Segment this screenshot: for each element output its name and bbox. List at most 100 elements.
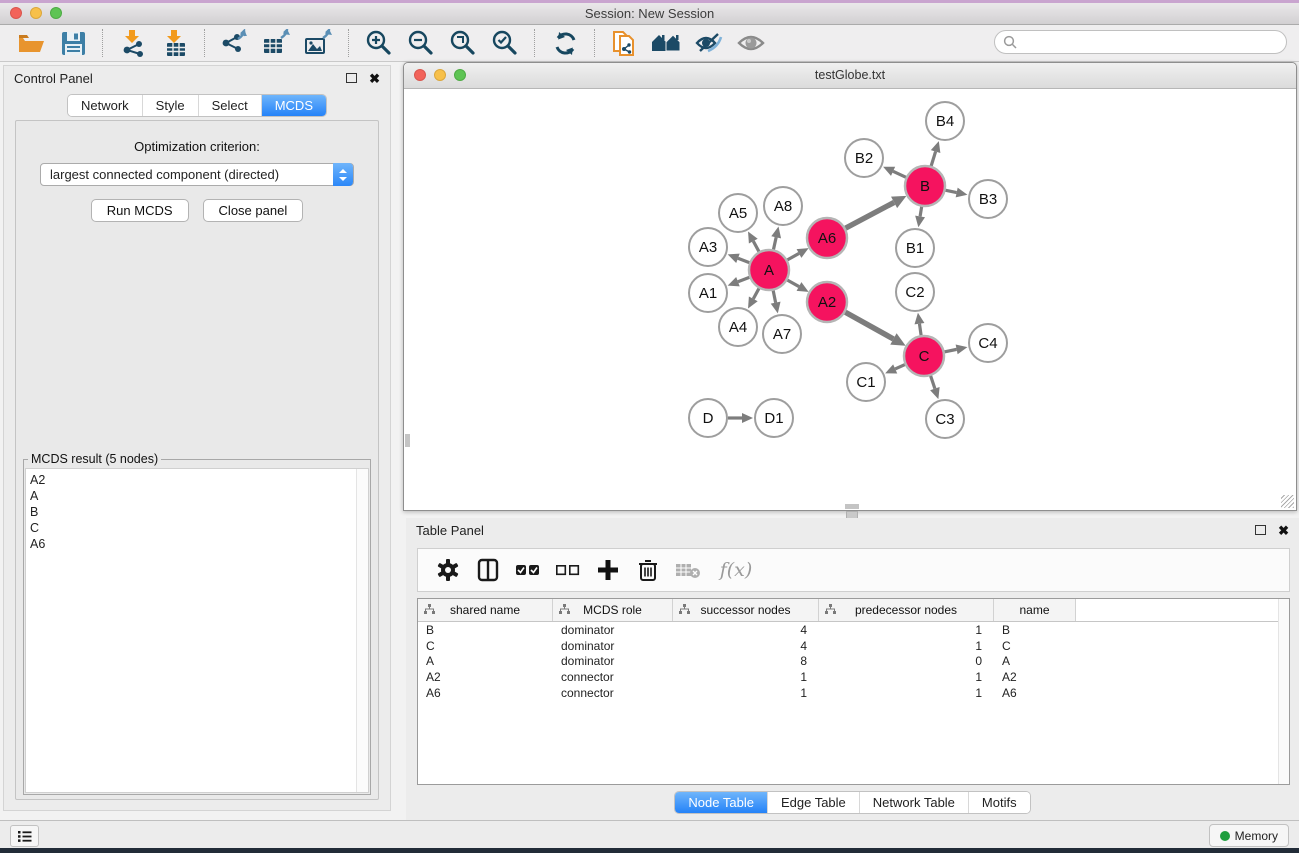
graph-edge[interactable] (919, 324, 921, 337)
table-scrollbar[interactable] (1278, 599, 1289, 784)
network-window-titlebar[interactable]: testGlobe.txt (404, 63, 1296, 89)
cell-successor-nodes[interactable]: 1 (673, 686, 819, 700)
cell-mcds-role[interactable]: dominator (553, 639, 673, 653)
tab-style[interactable]: Style (142, 95, 198, 116)
delete-table-button[interactable] (670, 553, 706, 587)
zoom-in-button[interactable] (359, 27, 399, 59)
close-table-panel-icon[interactable]: ✖ (1278, 524, 1289, 537)
column-selector-button[interactable] (470, 553, 506, 587)
cell-successor-nodes[interactable]: 4 (673, 623, 819, 637)
optimization-criterion-select[interactable]: largest connected component (directed) (40, 163, 354, 186)
import-network-button[interactable] (113, 27, 153, 59)
close-panel-icon[interactable]: ✖ (369, 72, 380, 85)
graph-edge[interactable] (738, 277, 750, 282)
cell-successor-nodes[interactable]: 1 (673, 670, 819, 684)
graph-edge[interactable] (753, 288, 759, 299)
cell-mcds-role[interactable]: dominator (553, 623, 673, 637)
column-header-shared-name[interactable]: shared name (418, 599, 553, 621)
hide-graphics-details-button[interactable] (689, 27, 729, 59)
float-panel-icon[interactable] (346, 73, 357, 83)
zoom-fit-button[interactable] (443, 27, 483, 59)
task-history-button[interactable] (10, 825, 39, 847)
run-mcds-button[interactable]: Run MCDS (91, 199, 189, 222)
graph-edge[interactable] (753, 241, 759, 252)
column-header-successor-nodes[interactable]: successor nodes (673, 599, 819, 621)
graph-edge[interactable] (787, 253, 799, 260)
memory-button[interactable]: Memory (1209, 824, 1289, 847)
table-settings-button[interactable] (430, 553, 466, 587)
tab-node-table[interactable]: Node Table (675, 792, 767, 813)
deselect-all-button[interactable] (550, 553, 586, 587)
cell-shared-name[interactable]: A (418, 654, 553, 668)
list-item[interactable]: A (30, 488, 368, 504)
graph-edge[interactable] (945, 190, 957, 192)
cell-predecessor-nodes[interactable]: 0 (819, 654, 994, 668)
zoom-out-button[interactable] (401, 27, 441, 59)
tab-network[interactable]: Network (68, 95, 142, 116)
list-item[interactable]: C (30, 520, 368, 536)
import-table-button[interactable] (155, 27, 195, 59)
table-row[interactable]: A6 connector 1 1 A6 (418, 685, 1289, 701)
table-row[interactable]: A dominator 8 0 A (418, 653, 1289, 669)
graph-edge[interactable] (844, 312, 893, 339)
column-header-predecessor-nodes[interactable]: predecessor nodes (819, 599, 994, 621)
home-button[interactable] (647, 27, 687, 59)
select-all-button[interactable] (510, 553, 546, 587)
open-session-button[interactable] (11, 27, 51, 59)
show-graphics-details-button[interactable] (731, 27, 771, 59)
duplicate-network-button[interactable] (605, 27, 645, 59)
tab-mcds[interactable]: MCDS (261, 95, 326, 116)
cell-shared-name[interactable]: A6 (418, 686, 553, 700)
close-panel-button[interactable]: Close panel (203, 199, 304, 222)
graph-edge[interactable] (845, 202, 894, 228)
zoom-selected-button[interactable] (485, 27, 525, 59)
export-image-button[interactable] (299, 27, 339, 59)
cell-successor-nodes[interactable]: 8 (673, 654, 819, 668)
cell-successor-nodes[interactable]: 4 (673, 639, 819, 653)
graph-edge[interactable] (920, 206, 922, 217)
graph-edge[interactable] (787, 280, 799, 287)
cell-mcds-role[interactable]: dominator (553, 654, 673, 668)
cell-shared-name[interactable]: C (418, 639, 553, 653)
cell-predecessor-nodes[interactable]: 1 (819, 686, 994, 700)
horizontal-scroll-indicator[interactable] (845, 504, 859, 509)
tab-network-table[interactable]: Network Table (859, 792, 968, 813)
cell-predecessor-nodes[interactable]: 1 (819, 639, 994, 653)
cell-name[interactable]: C (994, 639, 1076, 653)
list-item[interactable]: B (30, 504, 368, 520)
list-item[interactable]: A2 (30, 472, 368, 488)
cell-name[interactable]: A (994, 654, 1076, 668)
export-network-button[interactable] (215, 27, 255, 59)
mcds-result-list[interactable]: A2 A B C A6 (25, 468, 369, 793)
cell-predecessor-nodes[interactable]: 1 (819, 623, 994, 637)
graph-edge[interactable] (738, 258, 750, 263)
column-header-name[interactable]: name (994, 599, 1076, 621)
column-header-mcds-role[interactable]: MCDS role (553, 599, 673, 621)
cell-name[interactable]: A2 (994, 670, 1076, 684)
cell-shared-name[interactable]: B (418, 623, 553, 637)
save-session-button[interactable] (53, 27, 93, 59)
graph-edge[interactable] (944, 349, 957, 352)
vertical-scroll-indicator[interactable] (405, 434, 410, 447)
search-box[interactable] (994, 30, 1287, 54)
graph-edge[interactable] (893, 171, 907, 177)
cell-predecessor-nodes[interactable]: 1 (819, 670, 994, 684)
graph-edge[interactable] (931, 152, 936, 167)
tab-motifs[interactable]: Motifs (968, 792, 1030, 813)
tab-edge-table[interactable]: Edge Table (767, 792, 859, 813)
graph-edge[interactable] (773, 237, 776, 250)
tab-select[interactable]: Select (198, 95, 261, 116)
graph-edge[interactable] (895, 364, 906, 369)
table-row[interactable]: C dominator 4 1 C (418, 638, 1289, 654)
delete-column-button[interactable] (630, 553, 666, 587)
cell-name[interactable]: B (994, 623, 1076, 637)
cell-mcds-role[interactable]: connector (553, 670, 673, 684)
cell-mcds-role[interactable]: connector (553, 686, 673, 700)
export-table-button[interactable] (257, 27, 297, 59)
graph-edge[interactable] (773, 290, 776, 303)
search-input[interactable] (1022, 34, 1286, 50)
graph-edge[interactable] (930, 375, 935, 389)
float-table-panel-icon[interactable] (1255, 525, 1266, 535)
table-row[interactable]: A2 connector 1 1 A2 (418, 669, 1289, 685)
cell-name[interactable]: A6 (994, 686, 1076, 700)
